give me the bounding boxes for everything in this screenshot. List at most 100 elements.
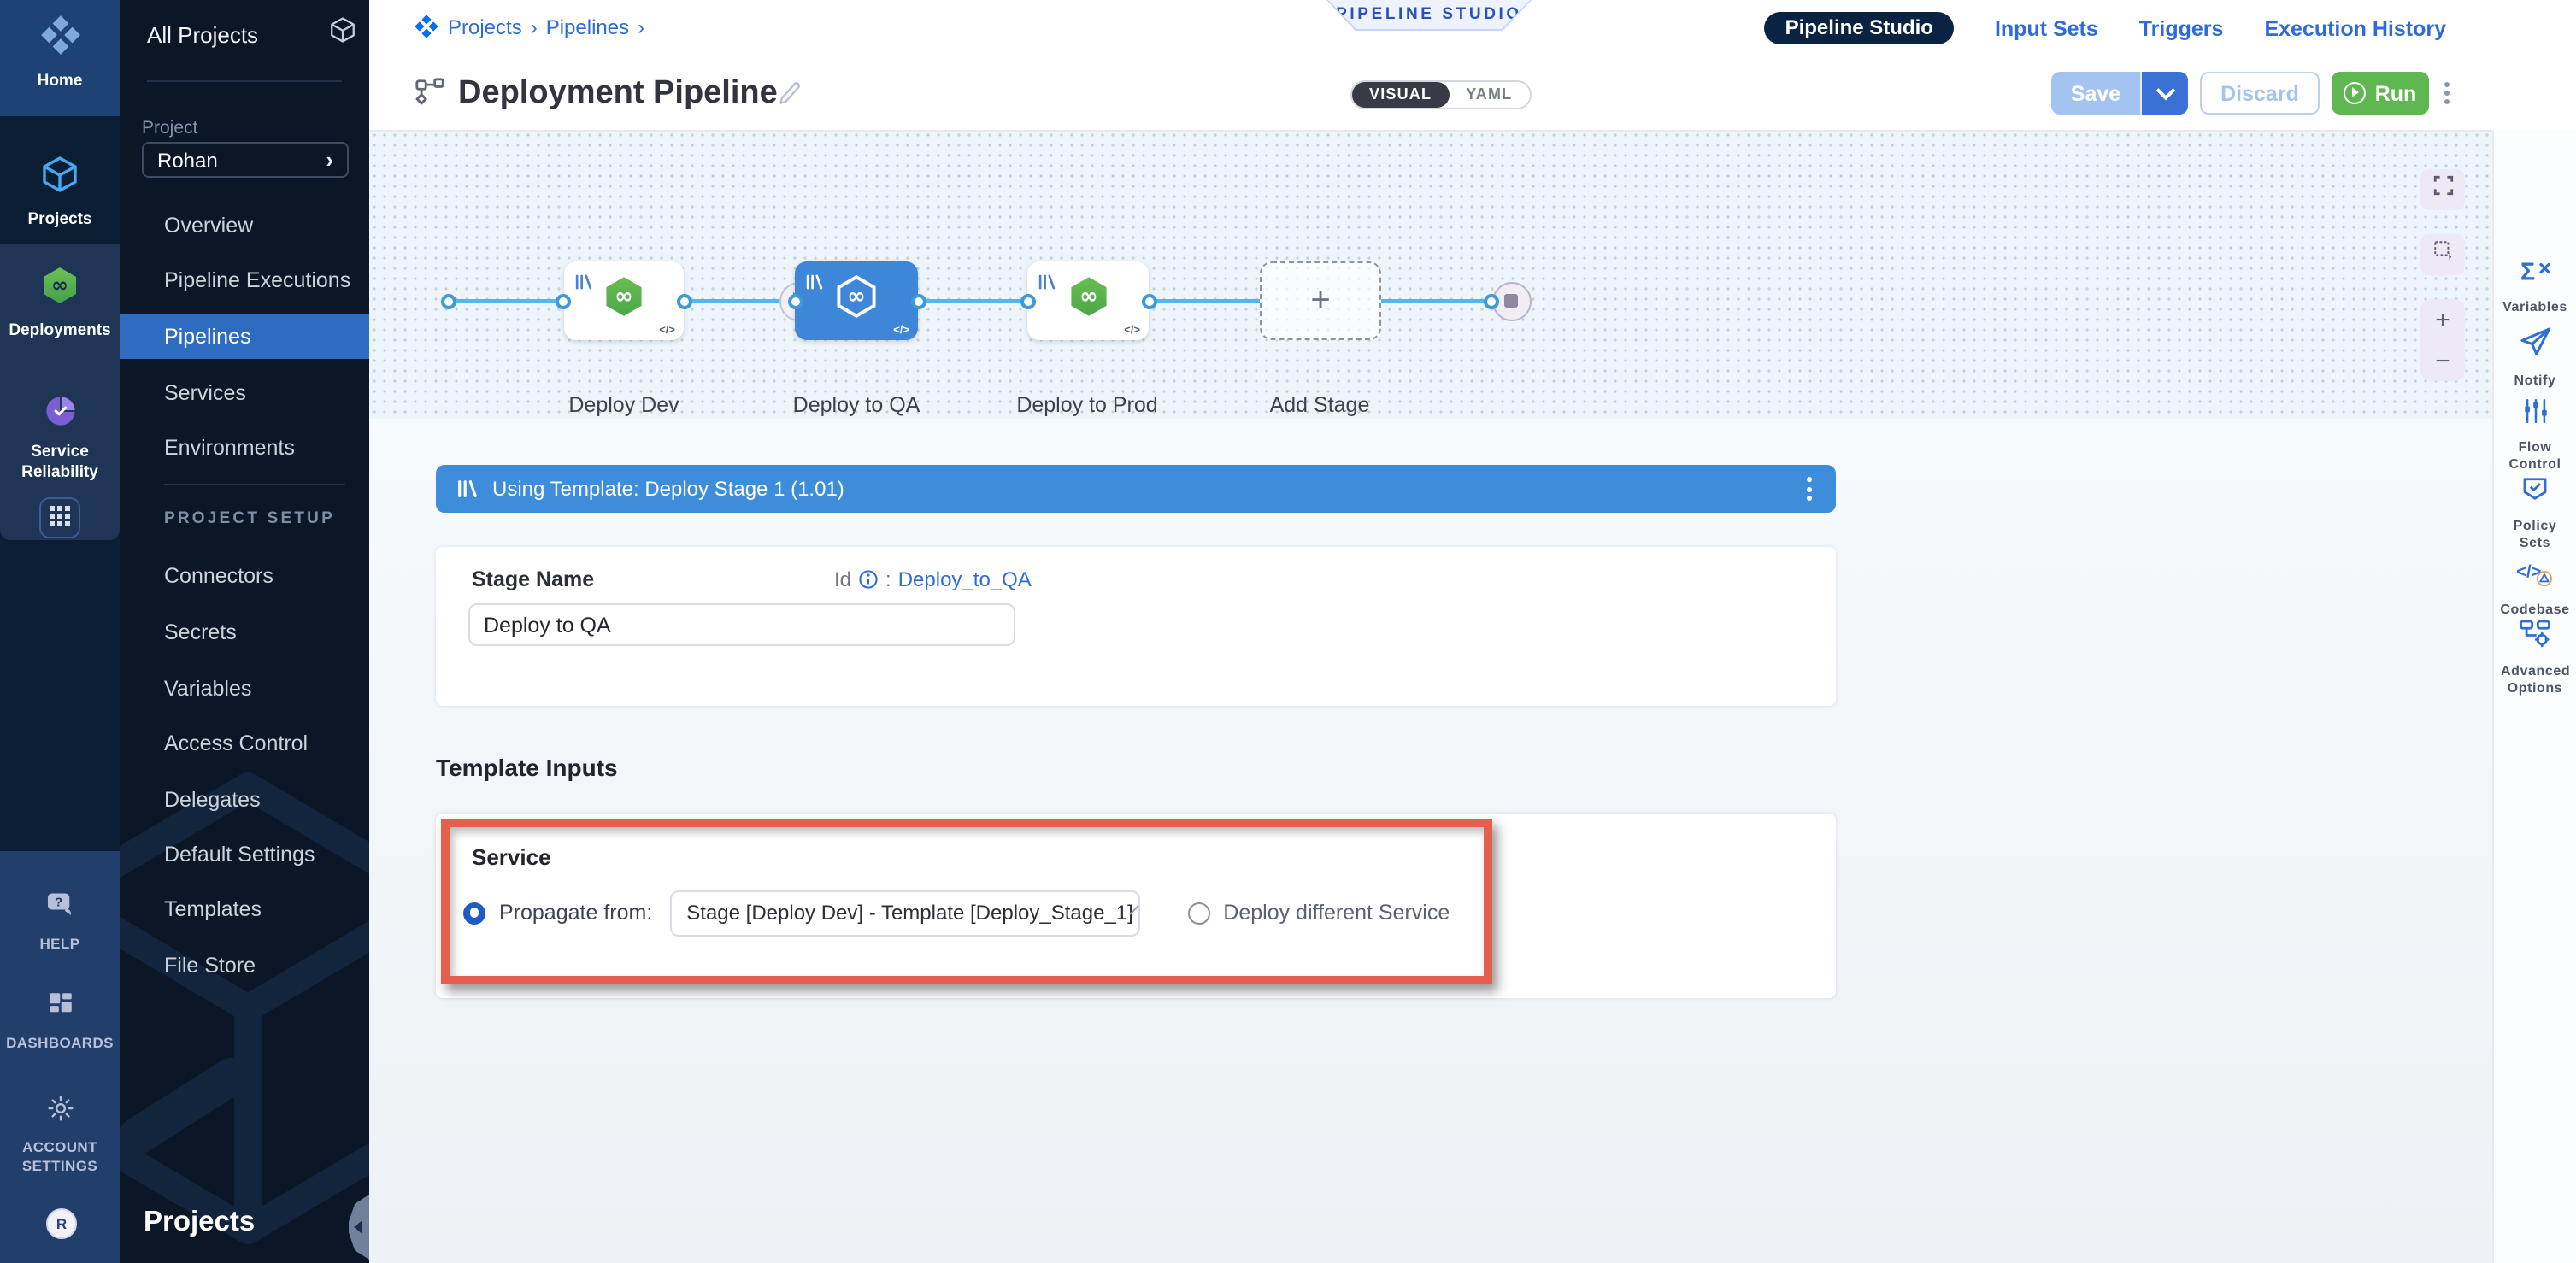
nav-deployments[interactable]: ∞ Deployments [0, 265, 120, 342]
breadcrumb-separator: › [531, 15, 538, 38]
code-icon: </> [893, 325, 909, 337]
project-selector[interactable]: Rohan › [142, 142, 349, 178]
sidebar-item-default-settings[interactable]: Default Settings [120, 832, 369, 877]
sidebar-item-pipeline-executions[interactable]: Pipeline Executions [120, 258, 369, 303]
save-button-group: Save [2051, 72, 2188, 115]
panel-item-flow-control[interactable]: Flow Control [2494, 397, 2576, 475]
template-menu-button[interactable] [1803, 473, 1815, 504]
nav-service-reliability-label: Service Reliability [7, 443, 113, 484]
nav-dashboards[interactable]: DASHBOARDS [0, 990, 120, 1052]
edit-pencil-icon[interactable] [776, 79, 805, 116]
stage-node-deploy-to-qa[interactable]: ∞ </> [795, 261, 918, 340]
stage-name-input[interactable] [468, 603, 1015, 646]
policy-shield-icon [2520, 473, 2550, 513]
pipeline-canvas[interactable]: ∞ </> ∞ </> [369, 130, 2494, 420]
gear-icon [45, 1094, 74, 1131]
tab-input-sets[interactable]: Input Sets [1995, 16, 2098, 40]
panel-item-advanced-options[interactable]: Advanced Options [2494, 617, 2576, 699]
nav-projects[interactable]: Projects [0, 154, 120, 231]
template-icon [456, 479, 479, 499]
sidebar-item-access-control[interactable]: Access Control [120, 721, 369, 766]
service-reliability-icon [44, 395, 76, 436]
breadcrumb-pipelines[interactable]: Pipelines [546, 15, 629, 38]
divider [147, 80, 342, 82]
id-label: Id [834, 567, 851, 591]
dashboards-icon [45, 990, 74, 1027]
cube-icon [39, 154, 80, 203]
nav-help[interactable]: ? HELP [0, 890, 120, 953]
stage-detail-panel: Using Template: Deploy Stage 1 (1.01) St… [369, 419, 2494, 1263]
nav-projects-label: Projects [28, 210, 92, 231]
cd-stage-icon: ∞ [1066, 274, 1110, 327]
cd-stage-icon: ∞ [834, 274, 879, 327]
cd-stage-icon: ∞ [602, 274, 646, 327]
stage-node-deploy-to-prod[interactable]: ∞ </> [1027, 261, 1149, 340]
edge-line [1381, 299, 1491, 303]
using-template-banner: Using Template: Deploy Stage 1 (1.01) [436, 465, 1836, 513]
propagate-from-radio[interactable] [463, 902, 485, 924]
toggle-visual[interactable]: VISUAL [1352, 82, 1449, 108]
sidebar-item-environments[interactable]: Environments [120, 426, 369, 470]
save-dropdown-button[interactable] [2140, 72, 2188, 115]
sidebar-item-variables[interactable]: Variables [120, 667, 369, 711]
fullscreen-icon [2432, 174, 2454, 205]
help-chat-icon: ? [44, 890, 76, 928]
tab-execution-history[interactable]: Execution History [2264, 16, 2446, 40]
save-button[interactable]: Save [2051, 72, 2140, 115]
stage-id-value[interactable]: Deploy_to_QA [898, 567, 1032, 591]
divider [164, 484, 345, 485]
zoom-in-button[interactable]: + [2420, 299, 2465, 340]
panel-item-codebase[interactable]: </> Codebase [2494, 557, 2576, 620]
sidebar-item-delegates[interactable]: Delegates [120, 778, 369, 822]
breadcrumb-projects[interactable]: Projects [448, 15, 522, 38]
all-projects-cube-icon[interactable] [328, 15, 357, 53]
edge-line [684, 299, 795, 303]
sidebar-item-templates[interactable]: Templates [120, 887, 369, 931]
toggle-yaml[interactable]: YAML [1449, 82, 1529, 108]
sidebar-item-overview[interactable]: Overview [120, 203, 369, 248]
node-port [910, 293, 926, 308]
tab-pipeline-studio[interactable]: Pipeline Studio [1765, 12, 1954, 44]
sidebar-item-file-store[interactable]: File Store [120, 943, 369, 988]
more-options-menu[interactable] [2441, 78, 2453, 109]
nav-help-label: HELP [40, 935, 80, 953]
deploy-different-service-radio[interactable] [1187, 902, 1209, 924]
template-icon [574, 268, 593, 299]
project-sidebar: All Projects Project Rohan › Overview Pi… [120, 0, 369, 1263]
select-region-button[interactable] [2420, 234, 2465, 275]
nav-service-reliability[interactable]: Service Reliability [0, 395, 120, 484]
zoom-out-button[interactable]: − [2420, 340, 2465, 381]
info-icon[interactable] [858, 569, 879, 590]
cd-hexagon-icon: ∞ [39, 265, 80, 314]
nav-home[interactable]: Home [0, 14, 120, 92]
app-root: Home Projects ∞ Deployments [0, 0, 2576, 1263]
stage-label: Deploy to Prod [993, 393, 1181, 417]
sidebar-item-pipelines[interactable]: Pipelines [120, 314, 369, 359]
breadcrumb-row: Projects › Pipelines › PIPELINE STUDIO P… [369, 0, 2576, 58]
breadcrumb: Projects › Pipelines › [414, 14, 644, 39]
node-port [555, 293, 570, 308]
panel-item-notify[interactable]: Notify [2494, 325, 2576, 391]
propagate-stage-dropdown[interactable]: Stage [Deploy Dev] - Template [Deploy_St… [669, 890, 1139, 936]
all-projects-title[interactable]: All Projects [147, 22, 258, 48]
panel-item-policy-sets[interactable]: Policy Sets [2494, 473, 2576, 554]
sidebar-item-connectors[interactable]: Connectors [120, 554, 369, 598]
fullscreen-button[interactable] [2420, 169, 2465, 210]
user-avatar[interactable]: R [46, 1208, 77, 1239]
edge-line [918, 299, 1027, 303]
pipeline-studio-badge: PIPELINE STUDIO [1326, 0, 1532, 31]
page-title: Deployment Pipeline [458, 75, 778, 113]
panel-item-variables[interactable]: Σ Variables [2494, 256, 2576, 317]
discard-button[interactable]: Discard [2200, 72, 2320, 115]
run-button[interactable]: Run [2332, 72, 2429, 115]
nav-account-settings[interactable]: ACCOUNT SETTINGS [0, 1094, 120, 1175]
sidebar-item-secrets[interactable]: Secrets [120, 610, 369, 655]
module-grid-button[interactable] [39, 497, 80, 538]
tab-triggers[interactable]: Triggers [2139, 16, 2224, 40]
sidebar-item-services[interactable]: Services [120, 371, 369, 415]
add-stage-button[interactable]: + [1260, 261, 1381, 340]
codebase-icon: </> [2516, 557, 2554, 596]
stage-node-deploy-dev[interactable]: ∞ </> [564, 261, 684, 340]
template-inputs-card: Service Propagate from: Stage [Deploy De… [436, 814, 1836, 998]
visual-yaml-toggle[interactable]: VISUAL YAML [1350, 80, 1531, 109]
